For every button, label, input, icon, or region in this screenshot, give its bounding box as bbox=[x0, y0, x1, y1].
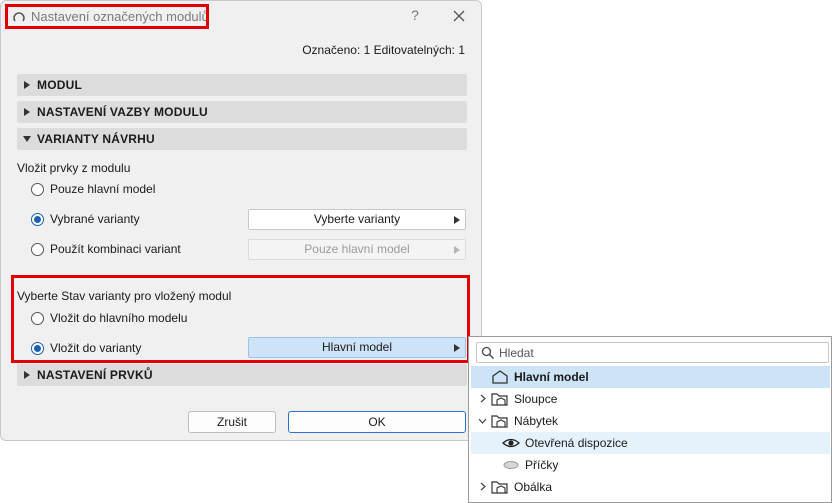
eye-icon bbox=[502, 438, 520, 448]
radio-label: Vybrané varianty bbox=[50, 212, 140, 226]
radio-selected-variants[interactable]: Vybrané varianty bbox=[31, 210, 140, 228]
title-bar: Nastavení označených modulů ? bbox=[1, 1, 481, 33]
dropdown-value: Hlavní model bbox=[321, 340, 393, 354]
tree-item-nabytek[interactable]: Nábytek bbox=[471, 410, 830, 432]
triangle-right-icon bbox=[454, 246, 460, 254]
radio-main-model-only[interactable]: Pouze hlavní model bbox=[31, 180, 155, 198]
radio-label: Vložit do hlavního modelu bbox=[50, 311, 188, 325]
section-link-settings[interactable]: NASTAVENÍ VAZBY MODULU bbox=[17, 101, 467, 123]
module-settings-dialog: Nastavení označených modulů ? Označeno: … bbox=[0, 0, 482, 441]
tree-item-label: Otevřená dispozice bbox=[525, 436, 628, 450]
section-variants-label: VARIANTY NÁVRHU bbox=[37, 132, 155, 146]
insert-from-label: Vložit prvky z modulu bbox=[17, 161, 131, 175]
tree-item-label: Hlavní model bbox=[514, 370, 589, 384]
radio-button[interactable] bbox=[31, 182, 44, 196]
triangle-down-icon bbox=[23, 136, 31, 142]
radio-button[interactable] bbox=[31, 311, 44, 325]
tree-item-label: Nábytek bbox=[514, 414, 559, 428]
radio-label: Vložit do varianty bbox=[50, 341, 142, 355]
radio-label: Pouze hlavní model bbox=[50, 182, 156, 196]
radio-label: Použít kombinaci variant bbox=[50, 242, 181, 256]
section-modul-label: MODUL bbox=[37, 78, 82, 92]
ok-button[interactable]: OK bbox=[288, 411, 466, 433]
search-field[interactable] bbox=[476, 342, 829, 363]
triangle-right-icon bbox=[454, 216, 460, 224]
triangle-right-icon bbox=[454, 344, 460, 352]
tree-item-main-model[interactable]: Hlavní model bbox=[471, 366, 830, 388]
tree-item-otevrena-dispozice[interactable]: Otevřená dispozice bbox=[471, 432, 830, 454]
house-icon bbox=[492, 370, 508, 384]
close-icon[interactable] bbox=[451, 8, 467, 24]
search-icon bbox=[481, 346, 494, 359]
chevron-down-icon[interactable] bbox=[478, 416, 487, 425]
radio-insert-variant[interactable]: Vložit do varianty bbox=[31, 339, 141, 357]
radio-variant-combination[interactable]: Použít kombinaci variant bbox=[31, 240, 181, 258]
tree-item-sloupce[interactable]: Sloupce bbox=[471, 388, 830, 410]
title-highlight-box bbox=[5, 4, 209, 29]
select-variants-dropdown[interactable]: Vyberte varianty bbox=[248, 209, 466, 230]
tree-item-label: Obálka bbox=[514, 480, 553, 494]
combination-dropdown[interactable]: Pouze hlavní model bbox=[248, 239, 466, 260]
dropdown-value: Pouze hlavní model bbox=[304, 242, 410, 256]
variant-folder-icon bbox=[491, 393, 508, 406]
tree-item-obalka[interactable]: Obálka bbox=[471, 476, 830, 498]
radio-button-checked[interactable] bbox=[31, 212, 44, 226]
search-input[interactable] bbox=[499, 344, 819, 361]
section-design-variants[interactable]: VARIANTY NÁVRHU bbox=[17, 128, 467, 150]
triangle-right-icon bbox=[24, 81, 30, 89]
dropdown-value: Vyberte varianty bbox=[313, 212, 401, 226]
section-element-settings[interactable]: NASTAVENÍ PRVKŮ bbox=[17, 364, 467, 386]
chevron-right-icon[interactable] bbox=[478, 394, 487, 403]
help-button[interactable]: ? bbox=[407, 7, 423, 25]
radio-insert-main-model[interactable]: Vložit do hlavního modelu bbox=[31, 309, 187, 327]
triangle-right-icon bbox=[24, 371, 30, 379]
tree-item-pricky[interactable]: Příčky bbox=[471, 454, 830, 476]
variant-picker-popup: Hlavní model Sloupce Nábytek Otevřená di… bbox=[468, 336, 832, 503]
variant-folder-icon bbox=[491, 481, 508, 494]
selection-counter: Označeno: 1 Editovatelných: 1 bbox=[302, 43, 465, 57]
variant-folder-icon bbox=[491, 415, 508, 428]
tree-item-label: Příčky bbox=[525, 458, 559, 472]
tree-item-label: Sloupce bbox=[514, 392, 558, 406]
section-elements-label: NASTAVENÍ PRVKŮ bbox=[37, 368, 153, 382]
radio-button-checked[interactable] bbox=[31, 341, 44, 355]
section-modul[interactable]: MODUL bbox=[17, 74, 467, 96]
variant-state-label: Vyberte Stav varianty pro vložený modul bbox=[17, 289, 232, 303]
chevron-right-icon[interactable] bbox=[478, 482, 487, 491]
eye-closed-icon bbox=[503, 461, 519, 469]
variant-dropdown[interactable]: Hlavní model bbox=[248, 337, 466, 358]
cancel-button[interactable]: Zrušit bbox=[188, 411, 276, 433]
section-link-label: NASTAVENÍ VAZBY MODULU bbox=[37, 105, 208, 119]
radio-button[interactable] bbox=[31, 242, 44, 256]
triangle-right-icon bbox=[24, 108, 30, 116]
